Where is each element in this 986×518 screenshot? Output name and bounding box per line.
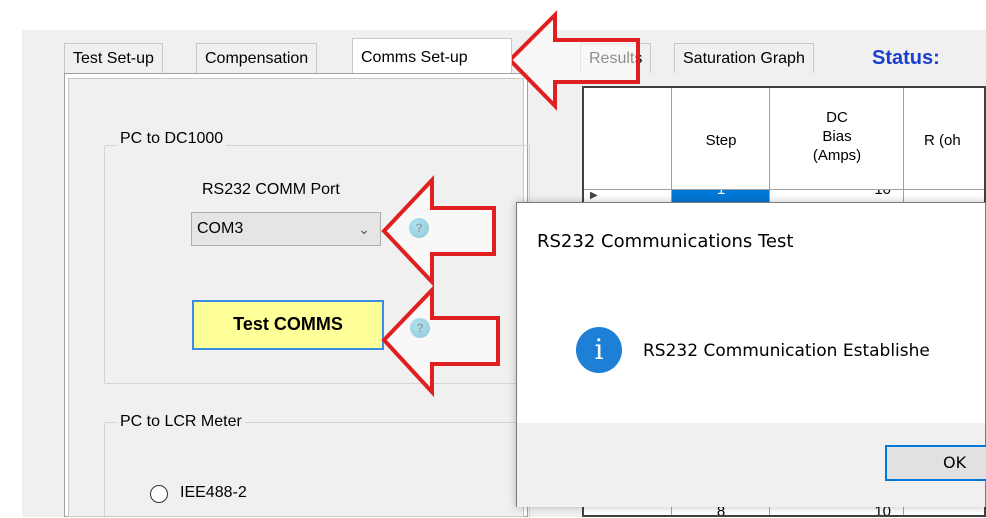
arrow-pointing-help-icon — [381, 174, 496, 288]
tab-comms-setup[interactable]: Comms Set-up — [352, 38, 512, 73]
arrow-pointing-test-button — [381, 285, 500, 398]
arrow-pointing-comms-tab — [507, 10, 640, 111]
annotation-arrows — [381, 10, 640, 398]
